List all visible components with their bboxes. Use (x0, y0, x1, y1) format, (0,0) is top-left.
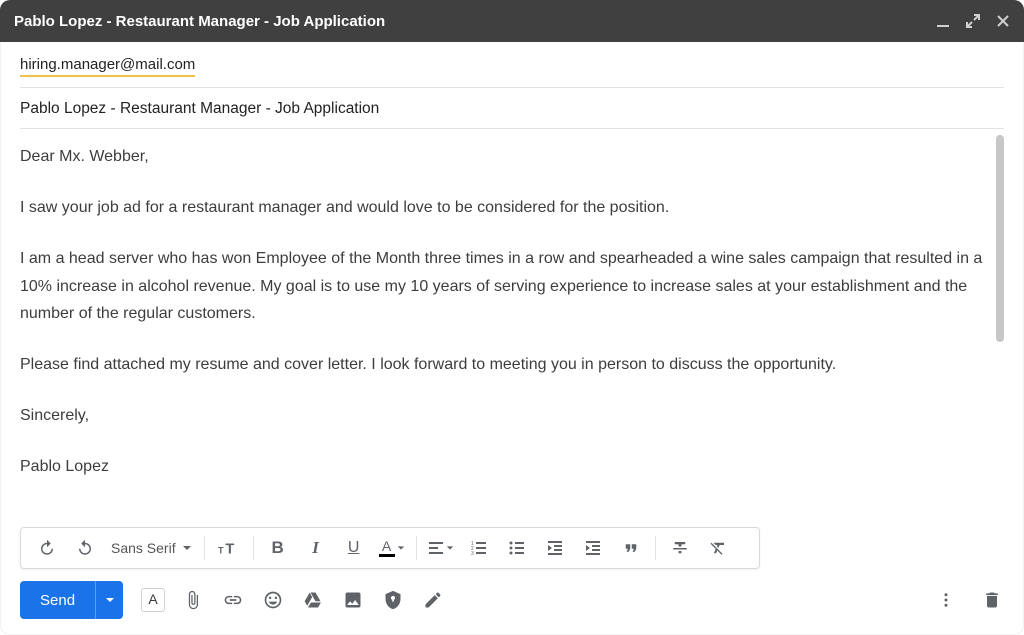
close-icon[interactable] (996, 14, 1010, 28)
drive-icon[interactable] (301, 588, 325, 612)
quote-icon[interactable] (613, 532, 649, 564)
indent-less-icon[interactable] (537, 532, 573, 564)
subject-field[interactable]: Pablo Lopez - Restaurant Manager - Job A… (20, 88, 1004, 129)
remove-format-icon[interactable] (700, 532, 736, 564)
body-area: Dear Mx. Webber, I saw your job ad for a… (20, 129, 1004, 527)
emoji-icon[interactable] (261, 588, 285, 612)
italic-icon[interactable]: I (298, 532, 334, 564)
body-paragraph: I am a head server who has won Employee … (20, 245, 986, 327)
separator (416, 536, 417, 560)
svg-text:T: T (225, 542, 234, 558)
separator (253, 536, 254, 560)
titlebar: Pablo Lopez - Restaurant Manager - Job A… (0, 0, 1024, 42)
window-actions (936, 14, 1010, 28)
separator (204, 536, 205, 560)
redo-icon[interactable] (67, 532, 103, 564)
compose-window: Pablo Lopez - Restaurant Manager - Job A… (0, 0, 1024, 635)
message-body[interactable]: Dear Mx. Webber, I saw your job ad for a… (20, 129, 1004, 527)
expand-icon[interactable] (966, 14, 980, 28)
svg-text:T: T (218, 546, 224, 556)
font-family-label: Sans Serif (111, 540, 176, 556)
send-group: Send (20, 581, 123, 619)
underline-icon[interactable]: U (336, 532, 372, 564)
numbered-list-icon[interactable]: 123 (461, 532, 497, 564)
body-paragraph: Dear Mx. Webber, (20, 143, 986, 170)
window-title: Pablo Lopez - Restaurant Manager - Job A… (14, 13, 936, 30)
svg-text:3: 3 (471, 551, 474, 557)
send-button[interactable]: Send (20, 581, 95, 619)
text-color-icon[interactable]: A (374, 532, 410, 564)
align-icon[interactable] (423, 532, 459, 564)
strikethrough-icon[interactable] (662, 532, 698, 564)
separator (655, 536, 656, 560)
body-paragraph: Sincerely, (20, 402, 986, 429)
indent-more-icon[interactable] (575, 532, 611, 564)
attach-icon[interactable] (181, 588, 205, 612)
font-family-picker[interactable]: Sans Serif (105, 532, 198, 564)
chevron-down-icon (182, 543, 192, 553)
body-paragraph: Pablo Lopez (20, 453, 986, 480)
scrollbar[interactable] (996, 135, 1004, 342)
bottom-bar: Send A (0, 577, 1024, 635)
body-paragraph: I saw your job ad for a restaurant manag… (20, 194, 986, 221)
bold-icon[interactable]: B (260, 532, 296, 564)
recipients-field[interactable]: hiring.manager@mail.com (20, 42, 1004, 88)
bulleted-list-icon[interactable] (499, 532, 535, 564)
more-icon[interactable] (934, 588, 958, 612)
compose-tools: A (141, 588, 924, 612)
format-toolbar: Sans Serif TT B I U A (20, 527, 760, 569)
body-paragraph: Please find attached my resume and cover… (20, 351, 986, 378)
text-color-tool-icon[interactable]: A (141, 588, 165, 612)
link-icon[interactable] (221, 588, 245, 612)
image-icon[interactable] (341, 588, 365, 612)
send-options-button[interactable] (95, 581, 123, 619)
minimize-icon[interactable] (936, 14, 950, 28)
bottom-right-actions (934, 588, 1004, 612)
undo-icon[interactable] (29, 532, 65, 564)
recipient-chip[interactable]: hiring.manager@mail.com (20, 56, 195, 77)
chevron-down-icon (397, 544, 405, 552)
pen-icon[interactable] (421, 588, 445, 612)
confidential-icon[interactable] (381, 588, 405, 612)
trash-icon[interactable] (980, 588, 1004, 612)
chevron-down-icon (105, 595, 115, 605)
font-size-icon[interactable]: TT (211, 532, 247, 564)
compose-content: hiring.manager@mail.com Pablo Lopez - Re… (0, 42, 1024, 577)
chevron-down-icon (446, 544, 454, 552)
